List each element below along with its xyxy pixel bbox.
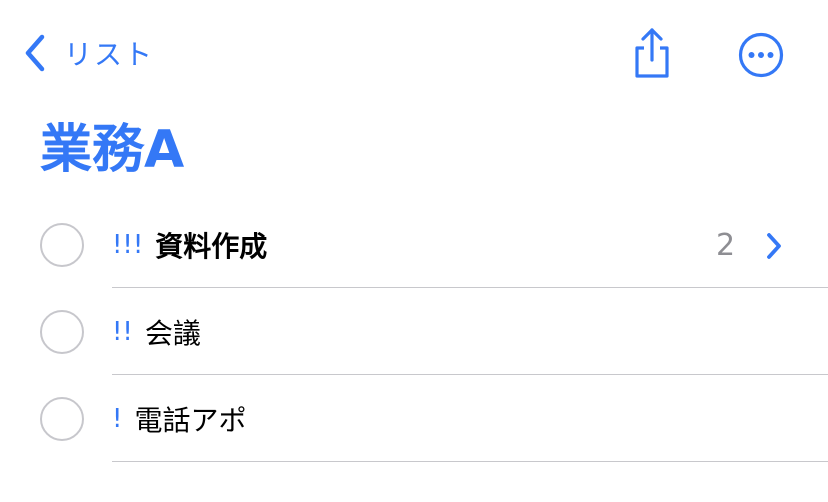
more-button[interactable] [737, 31, 785, 79]
subtask-count: 2 [716, 227, 736, 263]
back-button[interactable]: リスト [22, 30, 154, 76]
chevron-left-icon [22, 33, 48, 73]
back-label: リスト [64, 38, 155, 71]
task-title[interactable]: 電話アポ [134, 399, 246, 439]
task-title[interactable]: 資料作成 [155, 225, 267, 265]
task-checkbox[interactable] [40, 397, 84, 441]
separator [112, 287, 828, 288]
chevron-right-icon[interactable] [765, 232, 783, 260]
share-icon [630, 26, 674, 80]
separator [112, 461, 828, 462]
priority-marker: ! [112, 404, 123, 434]
priority-marker: !! [112, 317, 133, 347]
task-row[interactable]: !! 会議 [0, 289, 828, 375]
navigation-bar: リスト [0, 0, 828, 110]
task-text: ! 電話アポ [112, 376, 246, 462]
task-text: !!! 資料作成 [112, 202, 267, 288]
task-checkbox[interactable] [40, 310, 84, 354]
task-title[interactable]: 会議 [145, 312, 201, 352]
share-button[interactable] [630, 26, 674, 80]
priority-marker: !!! [112, 230, 144, 260]
page-title: 業務A [40, 120, 185, 180]
task-text: !! 会議 [112, 289, 201, 375]
task-checkbox[interactable] [40, 223, 84, 267]
task-row[interactable]: ! 電話アポ [0, 376, 828, 462]
task-row[interactable]: !!! 資料作成 2 [0, 202, 828, 288]
ellipsis-circle-icon [737, 31, 785, 79]
separator [112, 374, 828, 375]
